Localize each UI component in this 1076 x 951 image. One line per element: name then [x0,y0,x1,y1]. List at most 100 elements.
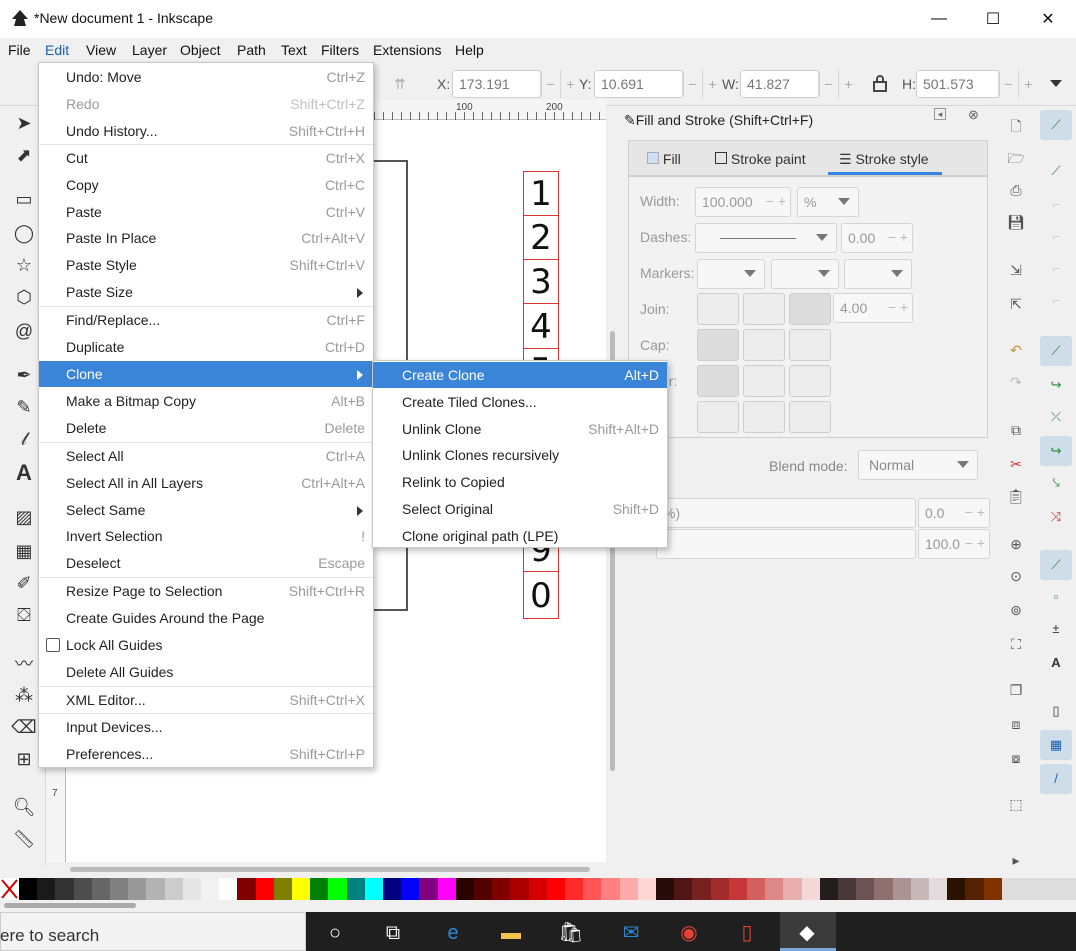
snap-enable-icon[interactable]: ⟋ [1040,110,1072,140]
edit-menu-clone[interactable]: Clone [39,361,373,387]
color-swatch[interactable] [292,878,311,900]
chrome-icon[interactable]: ◉ [676,920,702,946]
digit-2[interactable]: 2 [524,216,558,260]
print-icon[interactable]: ⎙ [1006,182,1026,202]
end-marker-select[interactable] [844,259,912,289]
app-icon[interactable]: ▯ [734,920,760,946]
dock-close-button[interactable]: ⊗ [968,107,979,123]
edit-menu-resize-page-to-selection[interactable]: Resize Page to Selection Shift+Ctrl+R [39,578,373,604]
color-swatch[interactable] [201,878,220,900]
paint-bucket-tool-icon[interactable]: ⛋ [11,602,37,628]
menu-file[interactable]: File [8,42,31,58]
close-button[interactable]: ✕ [1021,0,1075,38]
color-swatch[interactable] [55,878,74,900]
edit-menu-undo-history[interactable]: Undo History... Shift+Ctrl+H [39,118,373,144]
edit-menu-lock-all-guides[interactable]: Lock All Guides [39,632,373,658]
node-tool-icon[interactable]: ⬈ [11,142,37,168]
canvas-horizontal-scrollbar[interactable] [46,862,620,876]
color-swatch[interactable] [728,878,747,900]
raise-to-top-icon[interactable]: ⇈ [394,76,406,93]
menu-help[interactable]: Help [455,42,484,58]
color-swatch[interactable] [619,878,638,900]
tab-stroke-paint[interactable]: Stroke paint [715,151,806,167]
inkscape-taskbar-button[interactable]: ◆ [780,912,836,951]
edit-menu-deselect[interactable]: Deselect Escape [39,550,373,576]
snap-midpoints-icon[interactable]: ⤥ [1040,468,1072,498]
edit-menu-make-a-bitmap-copy[interactable]: Make a Bitmap Copy Alt+B [39,388,373,414]
color-swatch[interactable] [437,878,456,900]
x-input[interactable]: 173.191 [452,70,542,98]
order-option-4-button[interactable] [697,401,739,433]
color-swatch[interactable] [455,878,474,900]
snap-bbox-icon[interactable]: ⟋ [1040,156,1072,186]
cap-round-button[interactable] [743,329,785,361]
color-swatch[interactable] [874,878,893,900]
clone-menu-select-original[interactable]: Select Original Shift+D [373,496,667,522]
snap-object-centers-icon[interactable]: ▫ [1040,582,1072,612]
color-swatch[interactable] [710,878,729,900]
color-swatch[interactable] [91,878,110,900]
w-decrement-button[interactable]: − [818,70,838,98]
edit-menu-invert-selection[interactable]: Invert Selection! [39,523,373,549]
color-swatch[interactable] [510,878,529,900]
color-swatch[interactable] [819,878,838,900]
new-document-icon[interactable]: 🗋 [1006,116,1026,136]
star-tool-icon[interactable]: ☆ [11,252,37,278]
color-swatch[interactable] [910,878,929,900]
snap-guides-icon[interactable]: / [1040,764,1072,794]
color-swatch[interactable] [401,878,420,900]
edit-menu-paste-size[interactable]: Paste Size [39,279,373,305]
clone-menu-unlink-clones-recursively[interactable]: Unlink Clones recursively [373,442,667,468]
color-swatch[interactable] [255,878,274,900]
clone-menu-create-clone[interactable]: Create Clone Alt+D [373,362,667,388]
save-icon[interactable]: 💾︎ [1006,214,1026,234]
color-swatch[interactable] [310,878,329,900]
calligraphy-tool-icon[interactable]: 𝓁 [11,426,37,452]
tab-fill[interactable]: Fill [647,151,681,167]
color-swatch[interactable] [346,878,365,900]
text-tool-icon[interactable]: A [11,460,37,486]
order-fill-stroke-button[interactable] [697,365,739,397]
snap-bbox-centers-icon[interactable]: ⌐ [1040,286,1072,316]
edit-menu-create-guides-around-the-page[interactable]: Create Guides Around the Page [39,605,373,631]
eraser-tool-icon[interactable]: ⌫ [11,714,37,740]
start-marker-select[interactable] [697,259,765,289]
open-file-icon[interactable]: 🗁 [1006,148,1026,168]
cap-square-button[interactable] [789,329,831,361]
color-swatch[interactable] [528,878,547,900]
edit-menu-undo-move[interactable]: Undo: Move Ctrl+Z [39,64,373,90]
color-swatch[interactable] [419,878,438,900]
edit-menu-cut[interactable]: Cut Ctrl+X [39,145,373,171]
pen-tool-icon[interactable]: ✒ [11,362,37,388]
selector-tool-icon[interactable]: ➤ [11,110,37,136]
color-swatch[interactable] [692,878,711,900]
undo-icon[interactable]: ↶ [1006,342,1026,362]
ellipse-tool-icon[interactable]: ◯ [11,220,37,246]
color-swatch[interactable] [182,878,201,900]
zoom-drawing-icon[interactable]: ⊙ [1006,568,1026,588]
color-swatch[interactable] [474,878,493,900]
h-increment-button[interactable]: + [1018,70,1038,98]
menu-object[interactable]: Object [180,42,220,58]
color-swatch[interactable] [892,878,911,900]
join-round-button[interactable] [743,293,785,325]
color-swatch[interactable] [801,878,820,900]
maximize-button[interactable]: ☐ [966,0,1020,38]
y-decrement-button[interactable]: − [682,70,702,98]
color-swatch[interactable] [383,878,402,900]
digit-1[interactable]: 1 [524,172,558,216]
join-miter-button[interactable] [697,293,739,325]
color-swatch[interactable] [219,878,238,900]
color-swatch[interactable] [765,878,784,900]
edit-menu-select-all[interactable]: Select All Ctrl+A [39,443,373,469]
spray-tool-icon[interactable]: ⁂ [11,682,37,708]
connector-tool-icon[interactable]: ⊞ [11,746,37,772]
digit-0[interactable]: 0 [524,574,558,618]
snap-others-icon[interactable]: ⟋ [1040,550,1072,580]
color-swatch[interactable] [328,878,347,900]
edit-menu-delete[interactable]: Delete Delete [39,415,373,441]
edit-menu-preferences[interactable]: Preferences... Shift+Ctrl+P [39,741,373,767]
edit-menu-xml-editor[interactable]: XML Editor... Shift+Ctrl+X [39,687,373,713]
blur-slider[interactable]: %) [656,498,916,528]
toolbar-overflow-icon[interactable] [1050,80,1062,87]
